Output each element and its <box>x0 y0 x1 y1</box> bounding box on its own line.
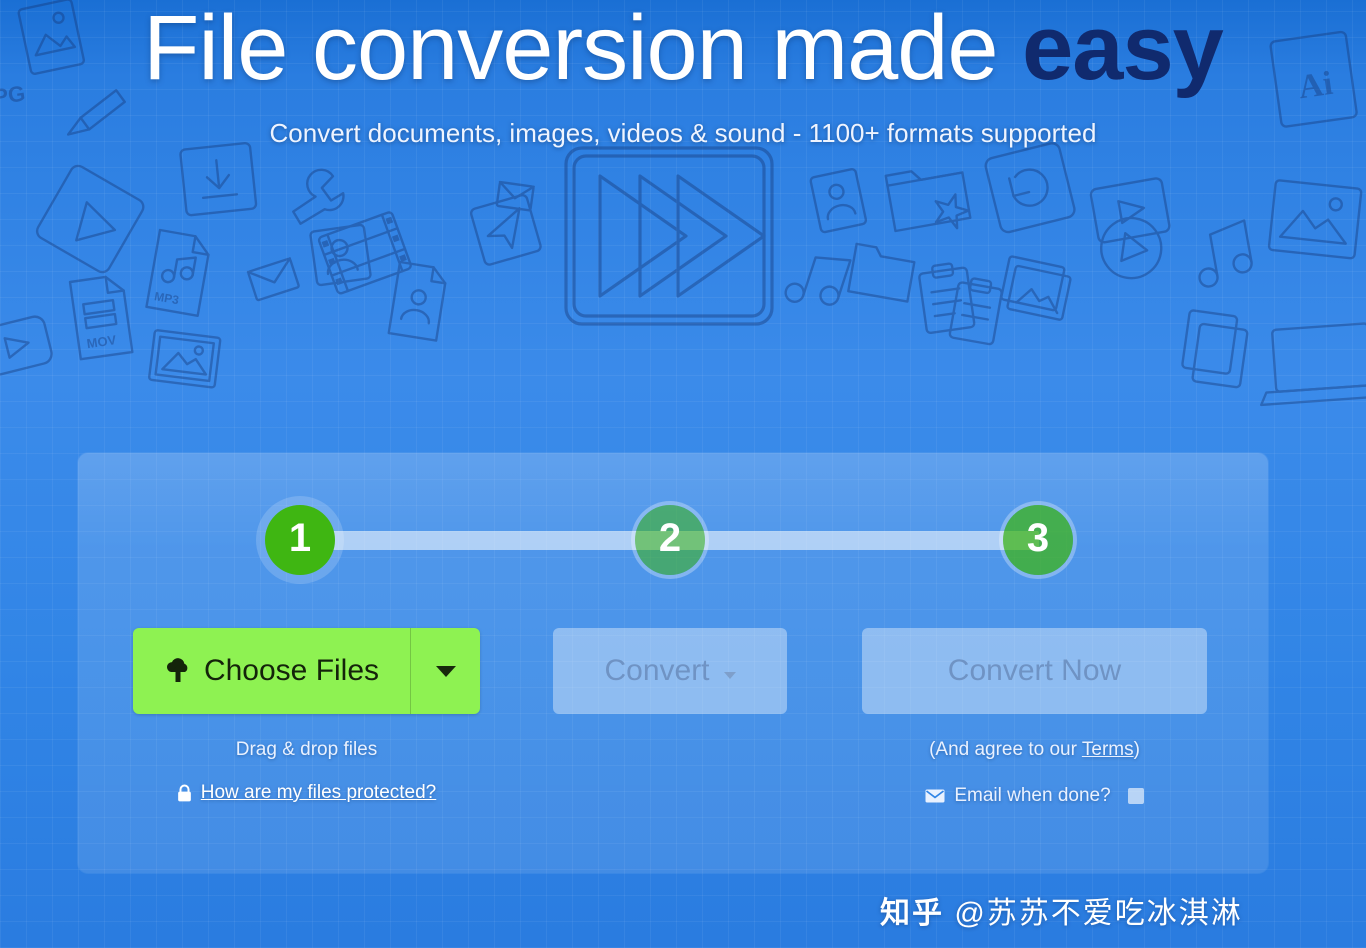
choose-files-main[interactable]: Choose Files <box>133 628 411 714</box>
photos-doodle <box>1000 255 1072 321</box>
laptop-doodle <box>1260 322 1366 407</box>
send-doodle <box>469 193 542 266</box>
page-root: PG MOV MP3 Ai File conversion made easy … <box>0 0 1366 948</box>
headline-main: File conversion made <box>143 0 1023 99</box>
wrench-doodle <box>292 168 345 225</box>
id-card-doodle <box>809 167 868 234</box>
terms-link[interactable]: Terms <box>1082 739 1134 760</box>
resume-file-doodle <box>387 260 447 342</box>
email-when-done-label: Email when done? <box>954 785 1111 806</box>
picture-doodle <box>148 329 222 389</box>
step-1-indicator[interactable]: 1 <box>265 505 335 575</box>
choose-files-button[interactable]: Choose Files <box>133 628 480 714</box>
mov-file-doodle: MOV <box>68 275 134 361</box>
play-badge-doodle <box>564 146 774 326</box>
video-play-doodle <box>0 315 53 376</box>
step-3-indicator[interactable]: 3 <box>1003 505 1073 575</box>
headline-accent: easy <box>1022 0 1224 99</box>
chevron-down-icon <box>435 665 456 677</box>
step-1-number: 1 <box>288 516 312 560</box>
envelope-small-doodle <box>495 180 535 212</box>
files-protected-link[interactable]: How are my files protected? <box>201 782 437 804</box>
music-note2-doodle <box>1198 219 1253 288</box>
watermark: 知乎 @苏苏不爱吃冰淇淋 <box>880 888 1243 932</box>
page-subtitle: Convert documents, images, videos & soun… <box>269 118 1097 148</box>
terms-agreement-row: (And agree to our Terms) <box>862 739 1207 761</box>
contact-card-doodle <box>309 223 372 287</box>
folder-doodle <box>884 170 972 233</box>
svg-text:MOV: MOV <box>86 332 118 351</box>
cloud-upload-icon <box>166 658 188 682</box>
chevron-down-icon <box>723 671 736 679</box>
step-2-indicator[interactable]: 2 <box>635 505 705 575</box>
refresh-doodle <box>984 142 1076 234</box>
email-when-done-row[interactable]: Email when done? <box>862 785 1207 807</box>
email-when-done-checkbox[interactable] <box>1127 788 1144 804</box>
mp3-file-doodle: MP3 <box>145 228 210 318</box>
clipboard-doodle <box>918 262 976 335</box>
folder-small-doodle <box>847 242 916 303</box>
step-2-number: 2 <box>658 516 682 560</box>
choose-files-dropdown-toggle[interactable] <box>411 628 480 714</box>
action-button-row: Choose Files Convert Convert Now <box>0 628 1366 718</box>
download-box-doodle <box>179 141 258 217</box>
image-frame-doodle <box>1267 179 1363 260</box>
convert-format-button[interactable]: Convert <box>553 628 787 714</box>
watermark-handle: @苏苏不爱吃冰淇淋 <box>954 897 1243 930</box>
agree-prefix: (And agree to our <box>929 739 1082 760</box>
envelope-doodle <box>246 257 300 302</box>
film-strip-doodle <box>317 211 412 295</box>
choose-files-label: Choose Files <box>203 654 380 687</box>
convert-now-button[interactable]: Convert Now <box>862 628 1207 714</box>
files-protected-row[interactable]: How are my files protected? <box>133 782 480 804</box>
agree-suffix: ) <box>1133 739 1140 760</box>
image-diamond-doodle <box>35 164 145 274</box>
music-note-doodle <box>784 256 852 306</box>
page-title: File conversion made easy <box>0 0 1366 102</box>
envelope-icon <box>925 789 945 803</box>
copy-doodle <box>1181 309 1249 389</box>
drag-drop-hint: Drag & drop files <box>235 739 378 760</box>
lock-icon <box>177 784 191 802</box>
clipboard2-doodle <box>948 277 1003 346</box>
convert-label: Convert <box>604 654 710 687</box>
watermark-site: 知乎 <box>880 897 944 930</box>
svg-text:MP3: MP3 <box>153 289 180 307</box>
step-3-number: 3 <box>1026 516 1050 560</box>
step-progress: 1 2 3 <box>265 505 1075 575</box>
play-circle-doodle <box>1100 216 1163 280</box>
video-player-doodle <box>1089 177 1171 244</box>
star-doodle <box>934 193 970 230</box>
convert-now-label: Convert Now <box>947 654 1122 687</box>
